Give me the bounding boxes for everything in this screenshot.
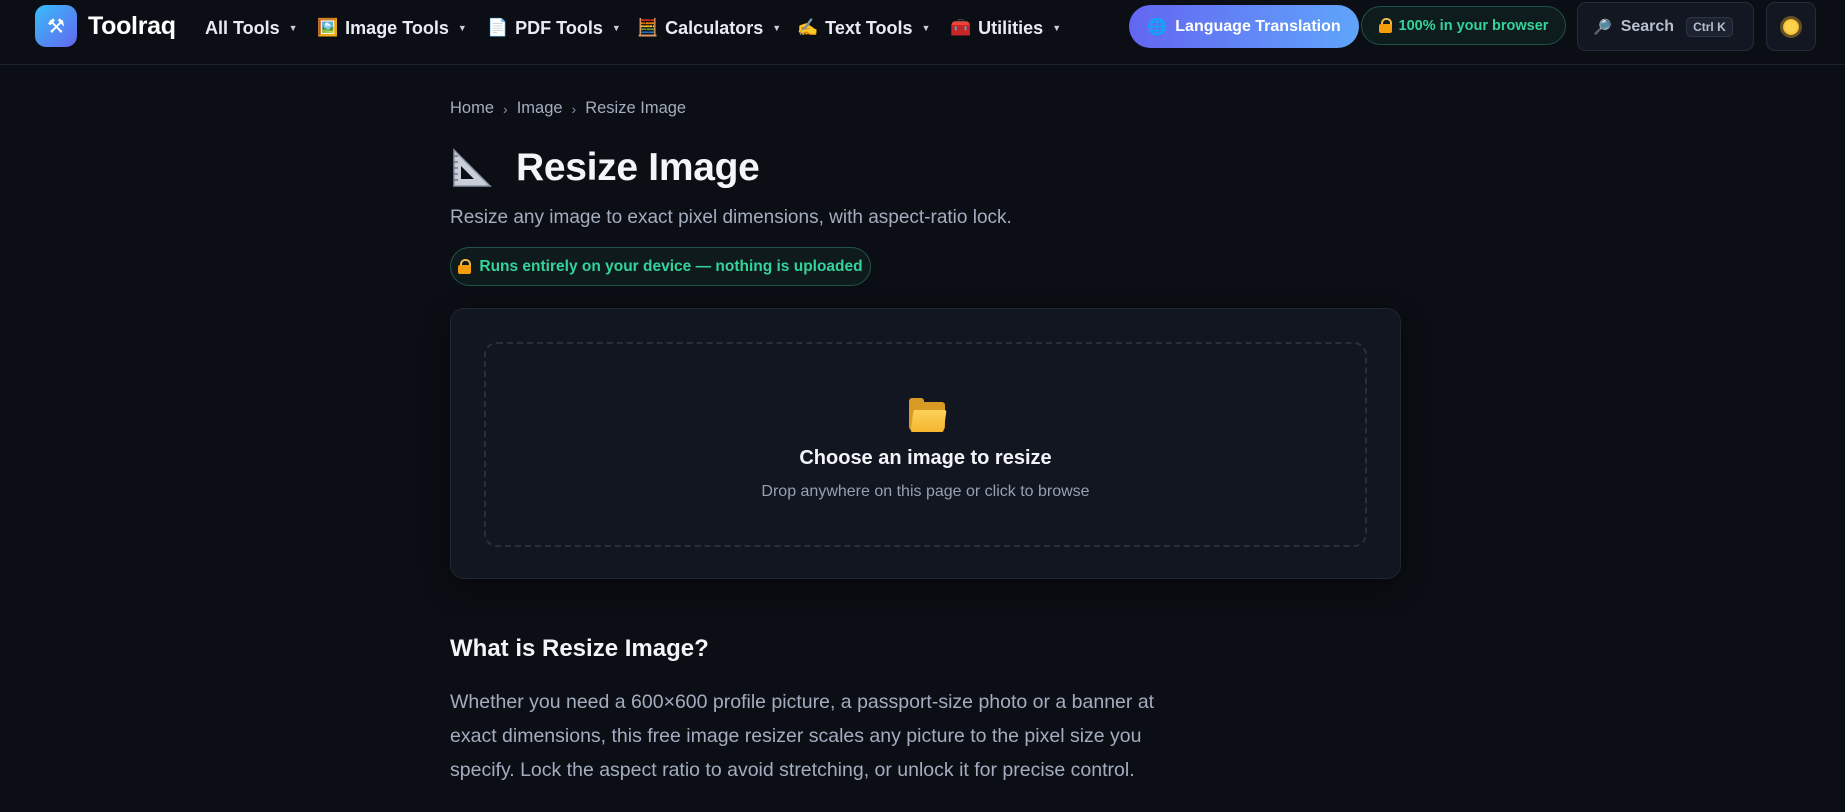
breadcrumb-home[interactable]: Home — [450, 99, 494, 118]
nav-label: Calculators — [665, 17, 764, 38]
triangular-ruler-icon — [453, 148, 492, 187]
dropzone-hint: Drop anywhere on this page or click to b… — [761, 483, 1090, 500]
nav-text-tools[interactable]: ✍️ Text Tools ▼ — [797, 15, 930, 41]
top-navbar: ⚒ Toolraq All Tools ▼ 🖼️ Image Tools ▼ 📄… — [0, 0, 1845, 65]
upload-card: Choose an image to resize Drop anywhere … — [450, 308, 1401, 579]
page-heading: Resize Image — [516, 146, 760, 189]
language-translation-label: Language Translation — [1175, 17, 1341, 35]
caret-down-icon: ▼ — [921, 23, 931, 33]
folder-icon — [909, 398, 947, 432]
caret-down-icon: ▼ — [288, 23, 298, 33]
breadcrumb-separator: › — [571, 100, 577, 117]
breadcrumb: Home › Image › Resize Image — [450, 99, 686, 118]
privacy-badge: Runs entirely on your device — nothing i… — [450, 247, 871, 286]
caret-down-icon: ▼ — [611, 23, 621, 33]
nav-image-tools[interactable]: 🖼️ Image Tools ▼ — [317, 15, 467, 41]
page-title: Resize Image — [450, 140, 760, 196]
nav-all-tools[interactable]: All Tools ▼ — [205, 15, 298, 41]
nav-label: PDF Tools — [515, 17, 603, 38]
about-paragraph: Whether you need a 600×600 profile pictu… — [450, 691, 1155, 781]
dropzone-title: Choose an image to resize — [799, 447, 1052, 469]
page-subtitle: Resize any image to exact pixel dimensio… — [450, 207, 1012, 228]
nav-label: Text Tools — [825, 17, 913, 38]
image-dropzone[interactable]: Choose an image to resize Drop anywhere … — [484, 342, 1367, 547]
theme-toggle-button[interactable] — [1766, 2, 1816, 51]
nav-pdf-tools[interactable]: 📄 PDF Tools ▼ — [487, 15, 621, 41]
lock-icon — [458, 259, 472, 274]
search-shortcut: Ctrl K — [1686, 16, 1733, 37]
abacus-icon: 🧮 — [637, 18, 659, 38]
breadcrumb-current: Resize Image — [585, 99, 687, 117]
browser-badge: 100% in your browser — [1361, 6, 1566, 45]
caret-down-icon: ▼ — [1052, 23, 1062, 33]
caret-down-icon: ▼ — [457, 23, 467, 33]
privacy-badge-label: Runs entirely on your device — nothing i… — [479, 257, 863, 275]
caret-down-icon: ▼ — [772, 23, 782, 33]
tools-icon: ⚒ — [35, 5, 77, 47]
brand-name: Toolraq — [88, 11, 176, 40]
nav-label: Image Tools — [345, 17, 449, 38]
toolbox-icon: 🧰 — [950, 18, 972, 38]
breadcrumb-image[interactable]: Image — [517, 99, 563, 118]
nav-calculators[interactable]: 🧮 Calculators ▼ — [637, 15, 781, 41]
nav-label: All Tools — [205, 17, 280, 38]
globe-icon: 🌐 — [1147, 17, 1168, 36]
nav-utilities[interactable]: 🧰 Utilities ▼ — [950, 15, 1061, 41]
language-translation-button[interactable]: 🌐 Language Translation — [1129, 5, 1359, 48]
lock-icon — [1378, 18, 1392, 33]
picture-icon: 🖼️ — [317, 18, 339, 38]
search-icon: 🔎 — [1593, 17, 1612, 36]
writing-hand-icon: ✍️ — [797, 18, 819, 38]
search-button[interactable]: 🔎 Search Ctrl K — [1577, 2, 1754, 51]
page-icon: 📄 — [487, 18, 509, 38]
browser-badge-label: 100% in your browser — [1398, 17, 1549, 34]
nav-label: Utilities — [978, 17, 1044, 38]
search-label: Search — [1620, 17, 1675, 35]
about-heading: What is Resize Image? — [450, 635, 709, 662]
breadcrumb-separator: › — [503, 100, 508, 117]
sun-icon — [1783, 18, 1799, 35]
brand[interactable]: ⚒ Toolraq — [35, 5, 176, 47]
